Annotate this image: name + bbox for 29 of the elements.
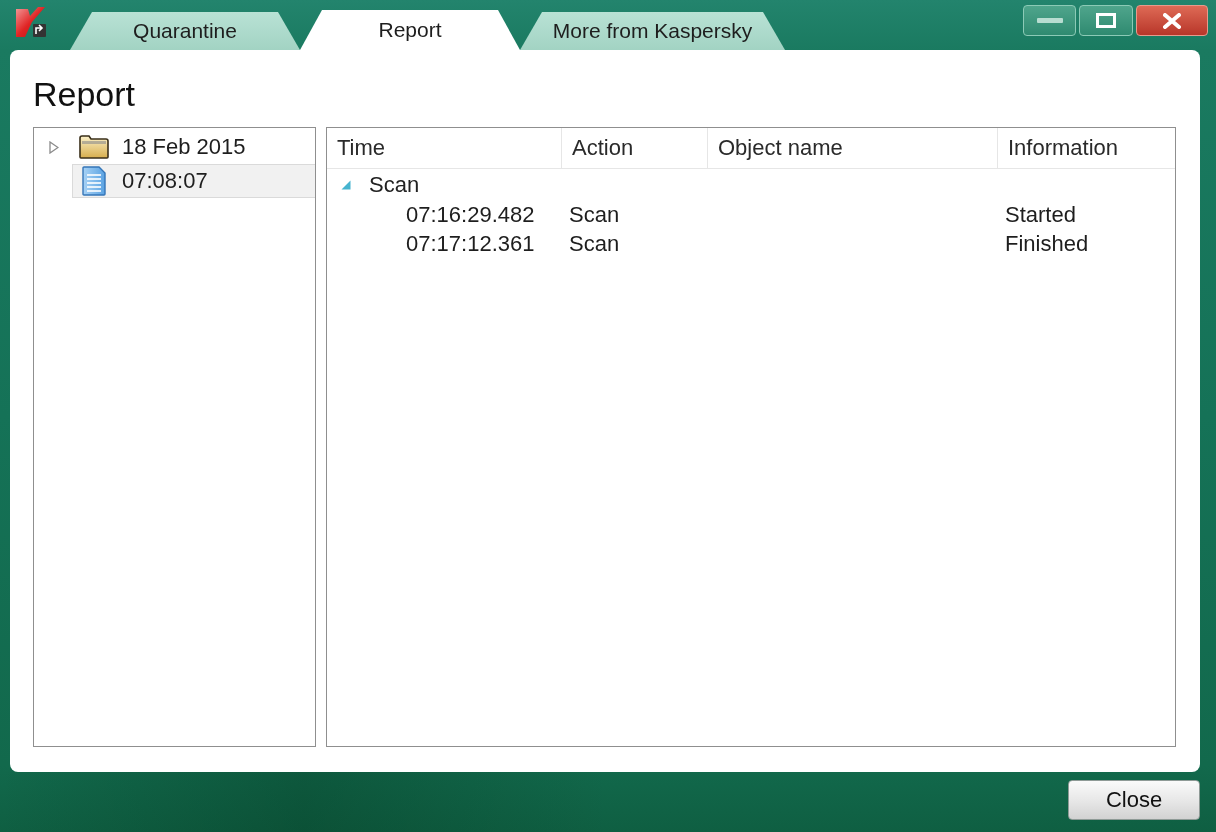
document-icon bbox=[82, 166, 106, 196]
page-heading: Report bbox=[33, 74, 136, 114]
time-cell: 07:16:29.482 bbox=[406, 201, 535, 228]
tab[interactable]: Report bbox=[300, 10, 520, 50]
maximize-icon bbox=[1096, 13, 1116, 28]
expanded-triangle-icon[interactable] bbox=[341, 180, 351, 190]
close-icon bbox=[1163, 12, 1181, 29]
folder-icon bbox=[79, 135, 109, 159]
close-window-button[interactable] bbox=[1136, 5, 1208, 36]
action-cell: Scan bbox=[569, 201, 620, 228]
information-cell: Started bbox=[1005, 201, 1076, 228]
tab[interactable]: Quarantine bbox=[70, 12, 300, 50]
group-label: Scan bbox=[369, 172, 420, 198]
time-cell: 07:17:12.361 bbox=[406, 230, 535, 257]
action-cell: Scan bbox=[569, 230, 620, 257]
column-header[interactable]: Information bbox=[998, 128, 1175, 168]
tree-item[interactable]: 07:08:07 bbox=[72, 164, 315, 198]
close-button[interactable]: Close bbox=[1068, 780, 1200, 820]
column-header[interactable]: Object name bbox=[708, 128, 998, 168]
column-header[interactable]: Time bbox=[327, 128, 562, 168]
maximize-button[interactable] bbox=[1079, 5, 1133, 36]
minimize-icon bbox=[1036, 18, 1063, 23]
information-cell: Finished bbox=[1005, 230, 1089, 257]
column-header[interactable]: Action bbox=[562, 128, 708, 168]
minimize-button[interactable] bbox=[1023, 5, 1076, 36]
collapsed-triangle-icon[interactable] bbox=[49, 140, 59, 154]
tree-item[interactable]: 18 Feb 2015 bbox=[72, 130, 315, 164]
tab[interactable]: More from Kaspersky bbox=[520, 12, 785, 50]
logo-icon bbox=[16, 7, 46, 37]
